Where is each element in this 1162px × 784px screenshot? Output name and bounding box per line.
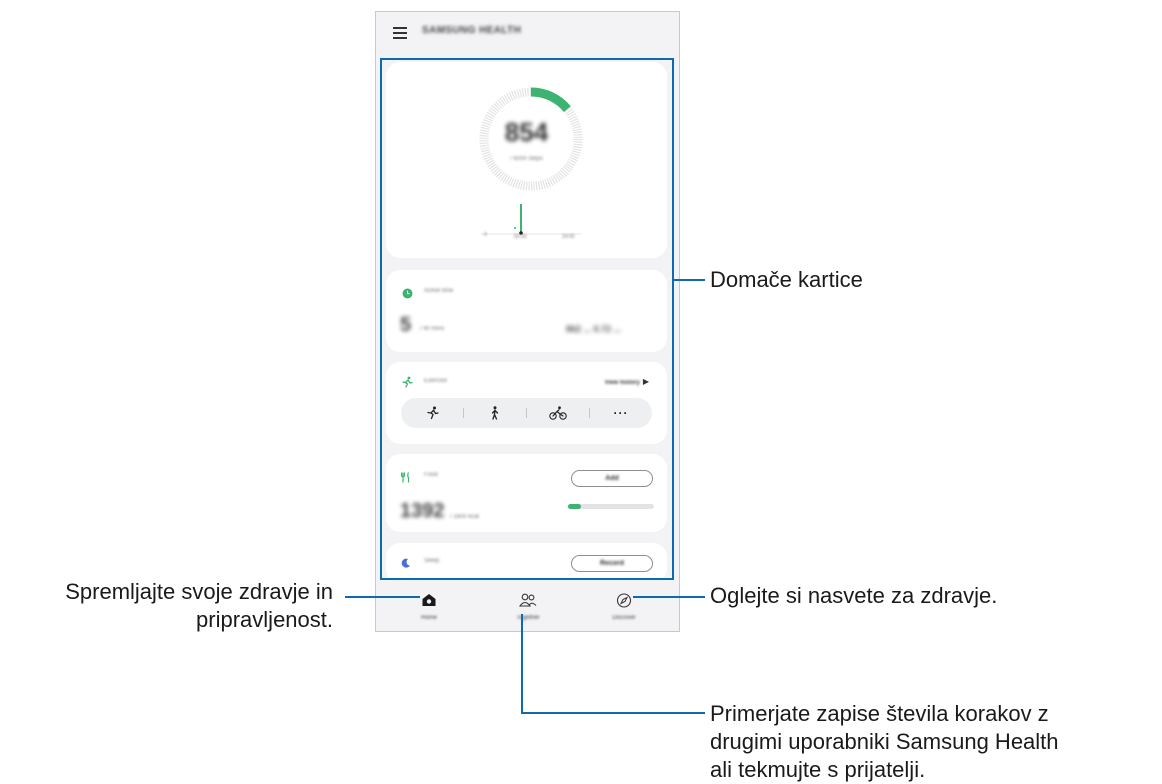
callout-line-home-cards <box>674 279 705 281</box>
callout-home-cards: Domače kartice <box>710 267 863 292</box>
nav-discover-label: Discover <box>612 615 636 621</box>
nav-home-label: Home <box>420 615 437 621</box>
callout-discover: Oglejte si nasvete za zdravje. <box>710 583 998 608</box>
callout-line-together-vertical <box>521 614 523 714</box>
home-cards-highlight <box>380 58 674 580</box>
callout-together-line2: drugimi uporabniki Samsung Health <box>710 729 1059 754</box>
nav-discover[interactable]: Discover <box>574 580 674 631</box>
callout-line-discover <box>633 596 705 598</box>
app-bar: SAMSUNG HEALTH <box>376 12 679 57</box>
app-title: SAMSUNG HEALTH <box>422 25 522 36</box>
nav-home[interactable]: Home <box>379 580 479 631</box>
callout-home: Spremljajte svoje zdravje in pripravljen… <box>0 578 333 634</box>
nav-together-label: Together <box>516 615 540 621</box>
compass-icon <box>616 593 632 608</box>
callout-home-line1: Spremljajte svoje zdravje in <box>65 579 333 604</box>
callout-together-line1: Primerjate zapise števila korakov z <box>710 701 1049 726</box>
callout-together-line3: ali tekmujte s prijatelji. <box>710 757 926 782</box>
callout-line-together-horizontal <box>521 712 705 714</box>
menu-icon[interactable] <box>393 27 407 39</box>
callout-home-line2: pripravljenost. <box>196 607 333 632</box>
bottom-navigation: Home Together Discover <box>376 580 679 631</box>
home-icon <box>422 594 436 606</box>
nav-together[interactable]: Together <box>478 580 578 631</box>
callout-together: Primerjate zapise števila korakov z drug… <box>710 700 1059 784</box>
people-icon <box>519 593 537 607</box>
callout-line-home <box>345 596 420 598</box>
